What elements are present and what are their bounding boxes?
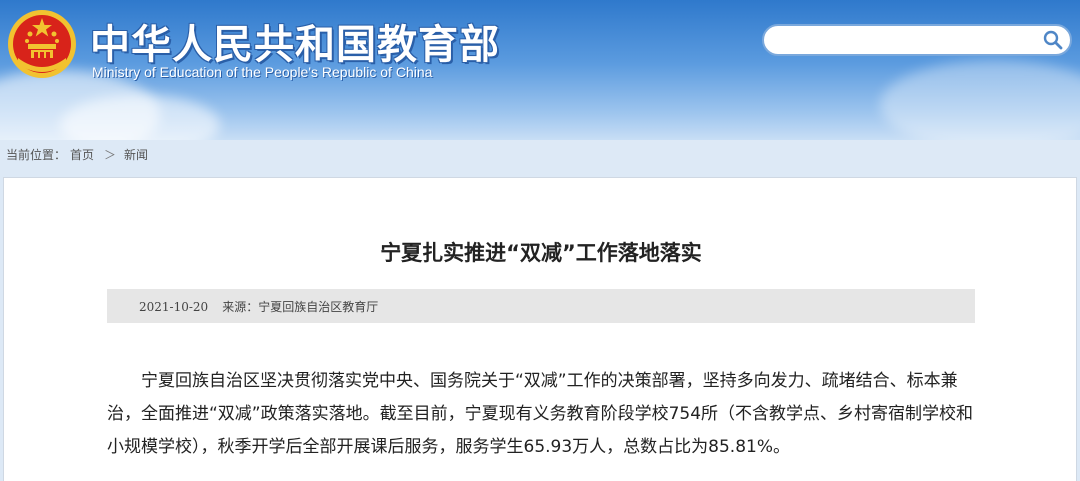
breadcrumb-item-news[interactable]: 新闻 [124, 148, 148, 162]
site-title: 中华人民共和国教育部 [90, 22, 500, 68]
article-title: 宁夏扎实推进“双减”工作落地落实 [380, 241, 702, 265]
article-container: 宁夏扎实推进“双减”工作落地落实 2021-10-20 来源：宁夏回族自治区教育厅… [3, 177, 1077, 481]
article-meta: 2021-10-20 来源：宁夏回族自治区教育厅 [139, 298, 378, 315]
article-date: 2021-10-20 [139, 300, 209, 314]
article-body-paragraph: 宁夏回族自治区坚决贯彻落实党中央、国务院关于“双减”工作的决策部署，坚持多向发力… [107, 371, 974, 457]
site-subtitle: Ministry of Education of the People's Re… [92, 64, 433, 80]
article-source-label: 来源： [222, 300, 259, 314]
breadcrumb-separator: ＞ [104, 148, 117, 162]
search-box [762, 24, 1072, 56]
search-icon[interactable] [1042, 29, 1064, 51]
site-header: 中华人民共和国教育部 Ministry of Education of the … [0, 0, 1080, 140]
article-source: 宁夏回族自治区教育厅 [258, 300, 379, 314]
header-cloud-decoration [880, 60, 1080, 140]
search-input[interactable] [776, 30, 1040, 52]
breadcrumb: 当前位置： 首页 ＞ 新闻 [6, 146, 152, 163]
article-meta-bar: 2021-10-20 来源：宁夏回族自治区教育厅 [107, 289, 975, 323]
national-emblem-icon [8, 10, 76, 78]
breadcrumb-prefix: 当前位置： [6, 148, 67, 162]
breadcrumb-item-home[interactable]: 首页 [70, 148, 94, 162]
